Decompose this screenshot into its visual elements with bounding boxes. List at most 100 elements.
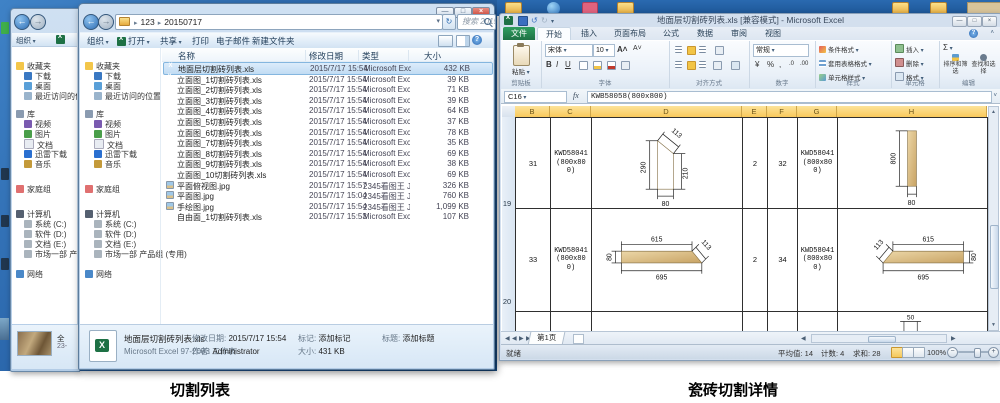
first-sheet-icon[interactable]: ◀ [505, 335, 510, 342]
select-all-corner[interactable] [502, 106, 516, 117]
merge-center-icon[interactable] [731, 61, 740, 70]
desktop-icon[interactable] [0, 318, 9, 340]
scrollbar-thumb[interactable] [990, 225, 999, 289]
autosum-button[interactable]: Σ [943, 43, 953, 52]
zoom-in-button[interactable]: + [988, 347, 999, 358]
column-date[interactable]: 修改日期 [309, 50, 343, 62]
zoom-out-button[interactable]: − [947, 347, 958, 358]
hscroll-left-icon[interactable]: ◀ [801, 335, 806, 342]
column-header-F[interactable]: F [767, 106, 797, 117]
desktop-icon[interactable] [1, 22, 9, 34]
help-icon[interactable] [472, 35, 482, 45]
cell-g19[interactable]: KWD58041(800x800) [798, 118, 837, 208]
currency-icon[interactable]: ¥ [755, 60, 759, 69]
shrink-font-icon[interactable]: A˅ [633, 45, 642, 52]
percent-icon[interactable]: % [767, 60, 774, 69]
align-top-icon[interactable] [675, 46, 682, 53]
breadcrumb-123[interactable]: 123 [139, 17, 157, 27]
row-number-19[interactable]: 19 [501, 199, 513, 208]
tree-item-network[interactable]: 网络 [16, 269, 43, 280]
zoom-level[interactable]: 100% [927, 348, 946, 357]
forward-button[interactable] [30, 14, 46, 30]
cell-h21-diagram-partial[interactable]: 50 [838, 312, 987, 331]
scrollbar-thumb[interactable] [868, 336, 896, 343]
tree-item-homegroup[interactable]: 家庭组 [85, 184, 120, 195]
cell-d20-diagram[interactable]: 615 113 80 695 [592, 209, 742, 310]
fill-color-icon[interactable] [593, 61, 602, 70]
address-bar[interactable]: 123 20150717 [115, 14, 443, 30]
breadcrumb-20150717[interactable]: 20150717 [162, 17, 204, 27]
sort-filter-button[interactable]: 排序和筛选 [942, 54, 969, 75]
insert-sheet-icon[interactable] [573, 334, 584, 344]
desktop-icon[interactable] [1, 258, 9, 270]
cell-c19[interactable]: KWD58041(800x800) [551, 118, 591, 208]
grow-font-icon[interactable]: A˄ [617, 45, 627, 54]
share-menu[interactable]: 共享 [160, 35, 182, 47]
increase-decimal-icon[interactable]: .0 [789, 61, 794, 67]
help-icon[interactable] [969, 29, 978, 38]
pane-divider[interactable] [160, 48, 161, 324]
scroll-up-icon[interactable]: ▲ [989, 109, 998, 115]
row-number-20[interactable]: 20 [501, 297, 513, 306]
align-right-icon[interactable] [699, 61, 706, 68]
organize-menu[interactable]: 组织 [16, 35, 36, 46]
tree-item-network[interactable]: 网络 [85, 269, 112, 280]
vertical-scrollbar[interactable]: ▲ ▼ [988, 106, 999, 331]
bold-button[interactable]: B [546, 60, 552, 69]
column-header-B[interactable]: B [515, 106, 550, 117]
cell-e19[interactable]: 2 [743, 118, 767, 208]
prev-sheet-icon[interactable]: ◀ [512, 335, 517, 342]
page-break-view-button[interactable] [913, 347, 925, 358]
email-button[interactable]: 电子邮件 [216, 35, 250, 47]
file-row[interactable]: 立面图_5切割砖列表.xls2015/7/17 15:54Microsoft E… [163, 116, 491, 127]
file-row[interactable]: 立面图_2切割砖列表.xls2015/7/17 15:54Microsoft E… [163, 84, 491, 95]
column-header-D[interactable]: D [591, 106, 742, 117]
tree-item-share[interactable]: 市场一部 产品组 (专用) [24, 249, 77, 260]
expand-formula-bar-icon[interactable]: ˅ [993, 93, 997, 99]
cell-e20[interactable]: 2 [743, 209, 767, 310]
column-name[interactable]: 名称 [178, 50, 195, 62]
tree-item-recent[interactable]: 最近访问的位置 [94, 91, 161, 102]
forward-button[interactable] [98, 14, 114, 30]
italic-button[interactable]: I [556, 60, 558, 69]
tree-item-recent[interactable]: 最近访问的位置 [24, 91, 77, 102]
cell-g20[interactable]: KWD58041(800x800) [798, 209, 837, 310]
next-sheet-icon[interactable]: ▶ [519, 335, 524, 342]
number-format-select[interactable]: 常规 [753, 44, 809, 57]
comma-icon[interactable]: , [779, 60, 781, 69]
tab-formulas[interactable]: 公式 [655, 27, 687, 40]
preview-pane-button[interactable] [456, 35, 470, 47]
change-view-button[interactable] [438, 35, 453, 47]
font-name-select[interactable]: 宋体 [545, 44, 593, 57]
underline-button[interactable]: U [565, 60, 571, 69]
tab-review[interactable]: 审阅 [723, 27, 755, 40]
open-menu[interactable]: 打开 [117, 35, 150, 47]
quick-access-dropdown-icon[interactable] [551, 16, 554, 27]
tab-page-layout[interactable]: 页面布局 [607, 27, 653, 40]
desktop-icon[interactable] [1, 215, 9, 227]
tree-item-homegroup[interactable]: 家庭组 [16, 184, 51, 195]
horizontal-scrollbar[interactable] [811, 334, 947, 343]
close-button[interactable]: × [982, 16, 997, 27]
minimize-button[interactable]: — [952, 16, 967, 27]
scroll-down-icon[interactable]: ▼ [989, 322, 998, 328]
fx-icon[interactable]: fx [573, 91, 579, 100]
undo-icon[interactable]: ↺ [531, 16, 538, 25]
hscroll-right-icon[interactable]: ▶ [951, 335, 956, 342]
cell-b20[interactable]: 33 [516, 209, 550, 310]
paste-button[interactable]: 粘贴 [512, 66, 530, 76]
column-header-E[interactable]: E [742, 106, 767, 117]
tree-item-music[interactable]: 音乐 [94, 159, 121, 170]
cell-h19-diagram[interactable]: 800 80 [838, 118, 987, 208]
paste-icon[interactable] [513, 45, 530, 66]
delete-cells-button[interactable]: 删除 [895, 58, 924, 68]
format-as-table-button[interactable]: 套用表格格式 [819, 58, 872, 68]
formula-input[interactable]: KWB58058(800x800) [587, 91, 992, 103]
refresh-button[interactable] [442, 14, 456, 30]
align-middle-icon[interactable] [687, 46, 696, 55]
column-header-H[interactable]: H [837, 106, 987, 117]
orientation-icon[interactable] [715, 46, 724, 55]
redo-icon[interactable]: ↻ [541, 16, 548, 25]
search-input[interactable]: 搜索 2015... [457, 14, 496, 30]
cell-c20[interactable]: KWD58041(800x800) [551, 209, 591, 310]
